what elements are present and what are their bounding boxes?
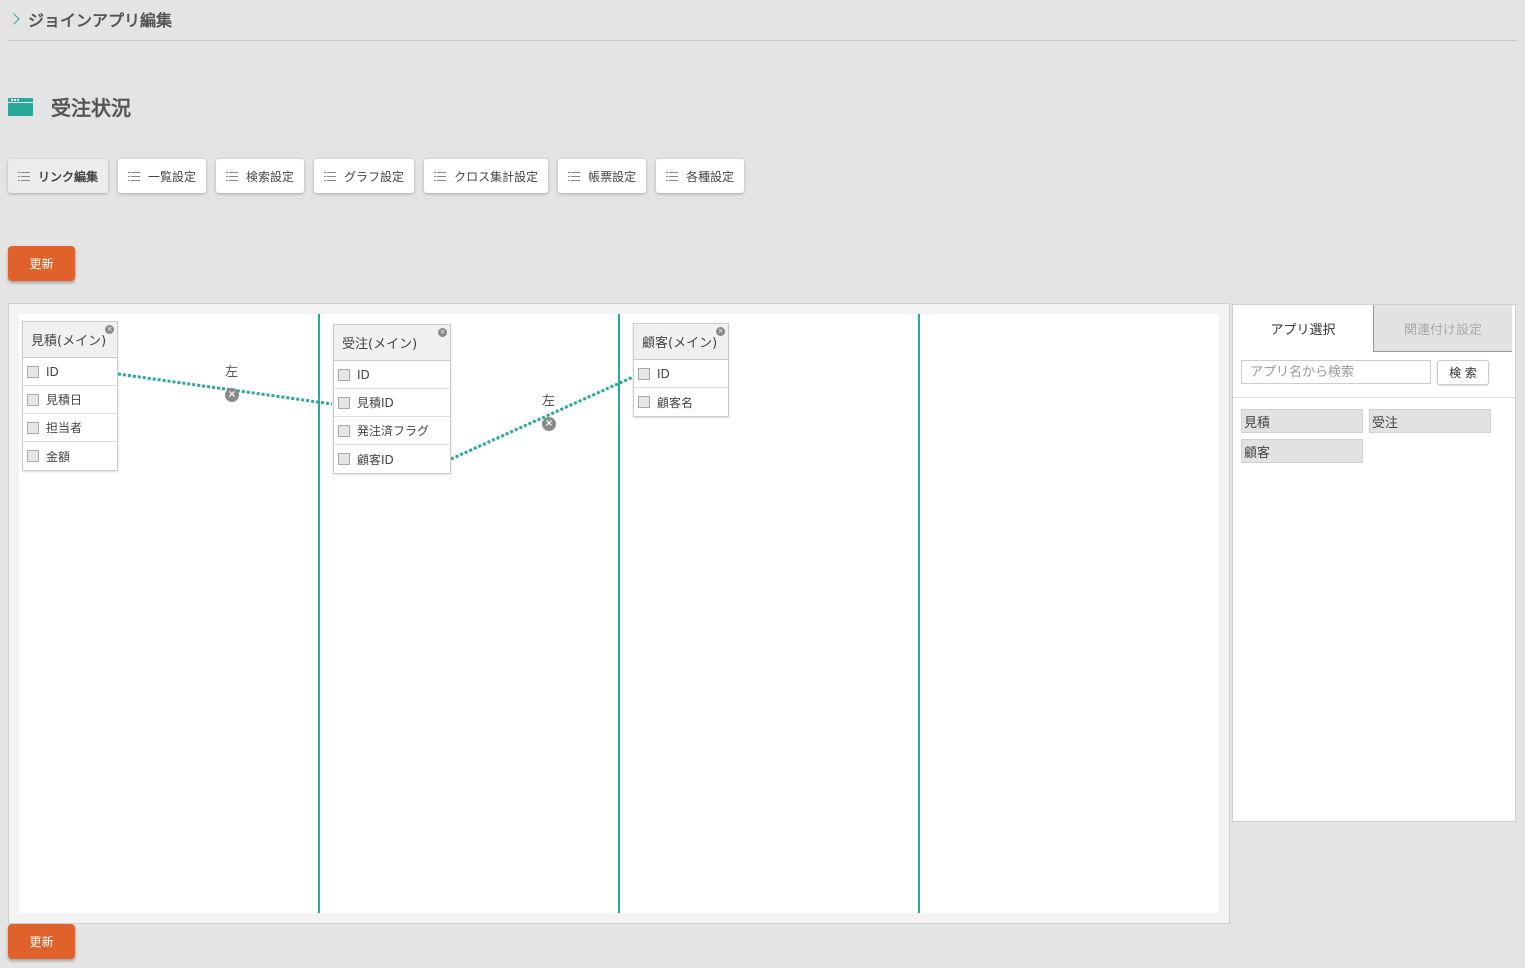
breadcrumb-label[interactable]: ジョインアプリ編集: [28, 7, 172, 31]
tab-cross-tab-settings[interactable]: クロス集計設定: [424, 159, 549, 193]
field-label: ID: [357, 367, 370, 382]
field-row[interactable]: 金額: [23, 442, 117, 470]
link-editor-canvas: 左 × 左 × 見積(メイン) × ID 見積日 担当者 金額 受注(メイン) …: [19, 314, 1219, 913]
field-label: ID: [46, 364, 59, 379]
field-label: 金額: [46, 449, 71, 464]
field-row[interactable]: 顧客ID: [334, 445, 450, 473]
node-header[interactable]: 顧客(メイン) ×: [634, 324, 728, 360]
field-checkbox[interactable]: [638, 367, 650, 380]
page-title-bar: 受注状況: [8, 92, 131, 121]
app-chip[interactable]: 見積: [1241, 409, 1363, 433]
field-checkbox[interactable]: [338, 368, 350, 381]
field-label: 発注済フラグ: [357, 424, 430, 438]
update-button-top[interactable]: 更新: [8, 246, 75, 281]
tab-label: 一覧設定: [148, 169, 197, 184]
app-node-order[interactable]: 受注(メイン) × ID 見積ID 発注済フラグ 顧客ID: [333, 324, 451, 474]
list-icon: [434, 171, 447, 181]
field-row[interactable]: ID: [23, 358, 117, 386]
node-header[interactable]: 受注(メイン) ×: [334, 325, 450, 361]
app-search-row: 検 索: [1241, 360, 1489, 385]
app-node-customer[interactable]: 顧客(メイン) × ID 顧客名: [633, 323, 729, 417]
link-lines: [117, 372, 634, 461]
field-checkbox[interactable]: [338, 453, 350, 465]
settings-tabs: リンク編集 一覧設定 検索設定 グラフ設定 クロス集計設定 帳票設定 各種設定: [8, 159, 745, 193]
app-chip[interactable]: 顧客: [1241, 439, 1363, 463]
tab-report-settings[interactable]: 帳票設定: [558, 159, 647, 193]
field-label: 担当者: [46, 421, 83, 435]
tab-label: 帳票設定: [588, 169, 637, 184]
side-divider: [1233, 397, 1515, 398]
tab-misc-settings[interactable]: 各種設定: [656, 159, 745, 193]
tab-app-select[interactable]: アプリ選択: [1233, 305, 1373, 352]
tab-label: リンク編集: [38, 169, 99, 184]
page-title: 受注状況: [51, 96, 131, 120]
field-row[interactable]: 発注済フラグ: [334, 417, 450, 445]
field-label: 顧客ID: [357, 452, 394, 467]
field-row[interactable]: ID: [634, 360, 728, 388]
app-list: 見積 受注 顧客: [1241, 409, 1491, 463]
field-row[interactable]: 見積日: [23, 386, 117, 414]
side-panel: アプリ選択 関連付け設定 検 索 見積 受注 顧客: [1232, 304, 1516, 822]
field-label: 見積ID: [357, 396, 394, 410]
chevron-right-icon: [8, 13, 20, 25]
node-title: 顧客(メイン): [642, 336, 718, 351]
list-icon: [226, 171, 239, 181]
node-title: 見積(メイン): [31, 334, 107, 349]
tab-list-settings[interactable]: 一覧設定: [118, 159, 207, 193]
remove-link-icon[interactable]: ×: [225, 388, 239, 402]
search-button[interactable]: 検 索: [1437, 360, 1489, 385]
field-checkbox[interactable]: [338, 396, 350, 409]
field-checkbox[interactable]: [27, 393, 39, 406]
field-checkbox[interactable]: [27, 450, 39, 462]
tab-label: クロス集計設定: [454, 169, 539, 184]
link-join-type: 左: [542, 394, 556, 409]
tab-graph-settings[interactable]: グラフ設定: [314, 159, 415, 193]
tab-relation-settings[interactable]: 関連付け設定: [1373, 305, 1512, 352]
remove-link-icon[interactable]: ×: [542, 417, 556, 431]
tab-label: 各種設定: [686, 169, 735, 184]
tab-link-edit[interactable]: リンク編集: [8, 159, 109, 193]
node-header[interactable]: 見積(メイン) ×: [23, 322, 117, 358]
update-button-bottom[interactable]: 更新: [8, 924, 75, 959]
field-checkbox[interactable]: [27, 365, 39, 378]
list-icon: [18, 171, 30, 181]
tab-search-settings[interactable]: 検索設定: [216, 159, 305, 193]
field-row[interactable]: ID: [334, 361, 450, 389]
close-icon[interactable]: ×: [716, 327, 725, 336]
breadcrumb: ジョインアプリ編集: [8, 7, 172, 31]
field-row[interactable]: 顧客名: [634, 388, 728, 416]
tab-label: 検索設定: [246, 169, 295, 184]
tab-label: グラフ設定: [344, 169, 405, 184]
field-row[interactable]: 担当者: [23, 414, 117, 442]
header-divider: [8, 40, 1517, 41]
list-icon: [568, 171, 581, 181]
node-title: 受注(メイン): [342, 337, 418, 352]
field-checkbox[interactable]: [27, 421, 39, 434]
field-checkbox[interactable]: [338, 424, 350, 437]
field-checkbox[interactable]: [638, 396, 650, 408]
app-search-input[interactable]: [1241, 360, 1431, 384]
list-icon: [128, 171, 141, 181]
field-label: 見積日: [46, 393, 83, 407]
list-icon: [324, 171, 337, 181]
link-join-type: 左: [225, 365, 239, 380]
field-label: 顧客名: [657, 395, 694, 410]
app-chip[interactable]: 受注: [1369, 409, 1491, 433]
close-icon[interactable]: ×: [438, 328, 447, 337]
close-icon[interactable]: ×: [105, 325, 114, 334]
window-icon: [8, 97, 33, 116]
side-panel-tabs: アプリ選択 関連付け設定: [1233, 305, 1515, 352]
link-editor-frame: 左 × 左 × 見積(メイン) × ID 見積日 担当者 金額 受注(メイン) …: [8, 303, 1230, 924]
field-row[interactable]: 見積ID: [334, 389, 450, 417]
field-label: ID: [657, 366, 670, 381]
app-node-estimate[interactable]: 見積(メイン) × ID 見積日 担当者 金額: [22, 321, 118, 471]
list-icon: [666, 171, 679, 181]
